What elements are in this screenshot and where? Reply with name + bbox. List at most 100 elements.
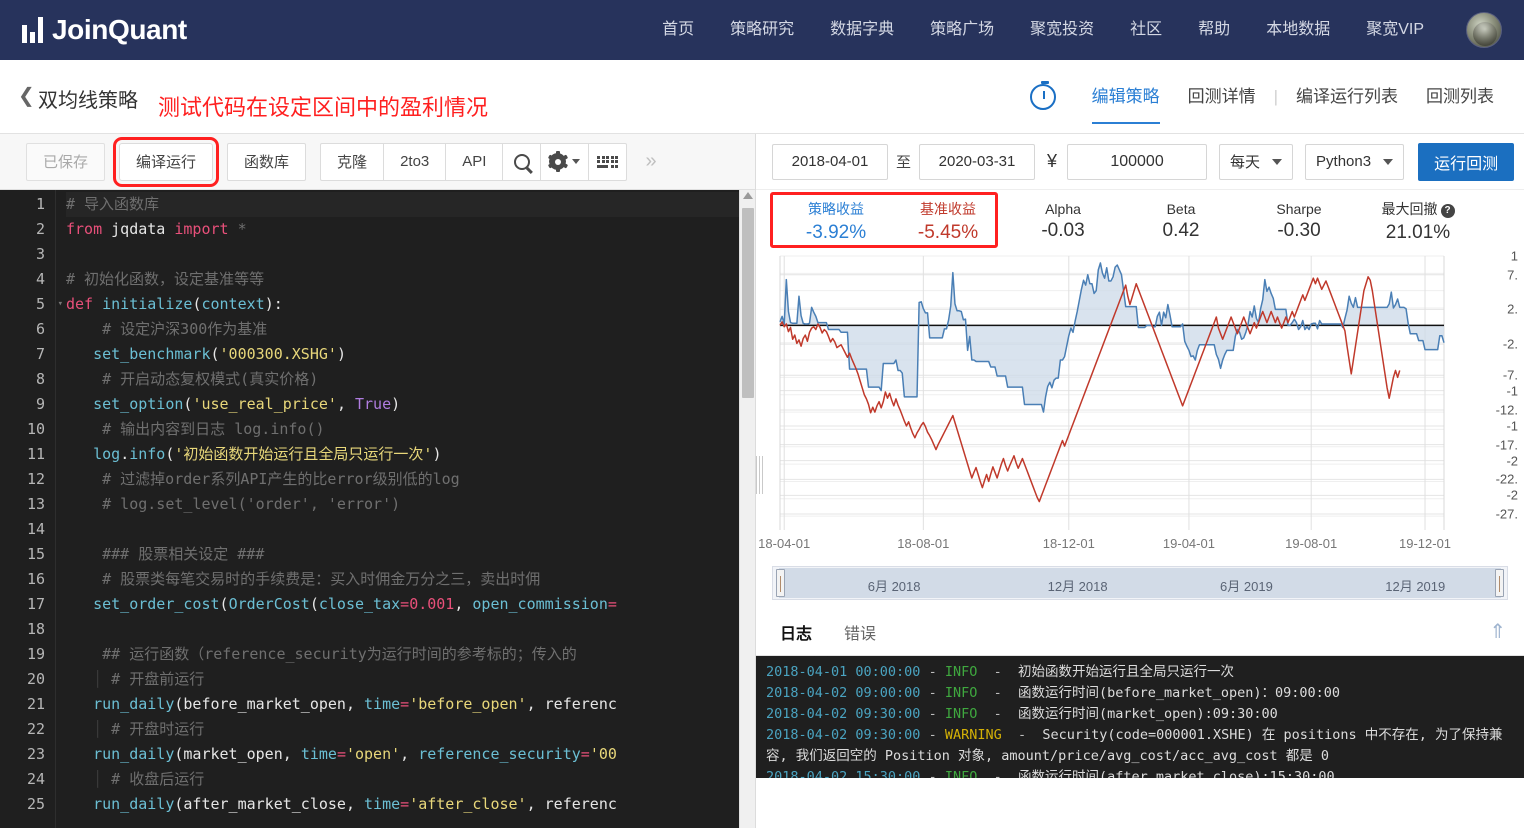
range-tick-labels: 6月 2018 12月 2018 6月 2019 12月 2019 [773, 567, 1507, 599]
x-tick-label: 19-08-01 [1285, 536, 1338, 551]
code-line[interactable]: │ # 开盘前运行 [66, 667, 755, 692]
code-line[interactable]: │ # 收盘后运行 [66, 767, 755, 792]
code-line[interactable]: # 过滤掉order系列API产生的比error级别低的log [66, 467, 755, 492]
tab-log[interactable]: 日志 [780, 614, 812, 656]
line-number: 19 [26, 645, 45, 663]
code-line[interactable]: set_benchmark('000300.XSHG') [66, 342, 755, 367]
log-dash: - [920, 769, 945, 778]
settings-button[interactable] [540, 142, 589, 181]
brand-logo[interactable]: JoinQuant [22, 14, 187, 46]
returns-chart[interactable]: 18-04-01 18-08-01 18-12-01 19-04-01 19-08-01… [758, 249, 1518, 552]
search-button[interactable] [502, 142, 541, 181]
scroll-up-arrow-icon[interactable] [743, 192, 753, 199]
end-date-input[interactable]: 2020-03-31 [919, 143, 1036, 180]
toolbar-more-button[interactable]: » [645, 150, 656, 173]
metric-label: 基准收益 [920, 200, 976, 217]
clone-button[interactable]: 克隆 [320, 142, 384, 181]
code-line[interactable]: # 开启动态复权模式(真实价格) [66, 367, 755, 392]
code-line[interactable]: # 初始化函数，设定基准等等 [66, 267, 755, 292]
tab-edit-strategy[interactable]: 编辑策略 [1078, 62, 1174, 132]
scrollbar-thumb[interactable] [742, 208, 754, 398]
nav-item-help[interactable]: 帮助 [1180, 0, 1248, 60]
log-message: 函数运行时间(market_open):09:30:00 [1017, 706, 1278, 722]
log-output[interactable]: 2018-04-01 00:00:00 - INFO - 初始函数开始运行且全局… [756, 656, 1524, 778]
page-title[interactable]: 双均线策略 [38, 84, 138, 113]
metric-max-drawdown: 最大回撤? 21.01% [1358, 199, 1478, 244]
range-label: 6月 2018 [867, 579, 921, 594]
2to3-button[interactable]: 2to3 [383, 142, 446, 181]
code-line[interactable]: │ # 开盘时运行 [66, 717, 755, 742]
editor-scrollbar[interactable] [739, 190, 755, 828]
code-line[interactable]: run_daily(after_market_close, time='afte… [66, 792, 755, 817]
chevron-left-icon[interactable]: ❮ [18, 86, 35, 106]
code-editor[interactable]: 1234567891011121314151617181920212223242… [0, 190, 755, 828]
search-icon [513, 153, 530, 170]
range-handle-left[interactable] [776, 569, 785, 597]
nav-item-vip[interactable]: 聚宽VIP [1348, 0, 1442, 60]
initial-capital-input[interactable]: 100000 [1067, 143, 1208, 180]
language-select[interactable]: Python3 [1305, 143, 1405, 180]
chart-range-slider[interactable]: 6月 2018 12月 2018 6月 2019 12月 2019 [772, 566, 1508, 600]
line-number: 2 [35, 220, 45, 238]
stopwatch-icon[interactable] [1029, 81, 1056, 110]
code-line[interactable] [66, 242, 755, 267]
code-line[interactable]: # log.set_level('order', 'error') [66, 492, 755, 517]
nav-item-community[interactable]: 社区 [1112, 0, 1180, 60]
nav-item-data-dict[interactable]: 数据字典 [812, 0, 912, 60]
metric-alpha: Alpha -0.03 [1004, 201, 1122, 242]
y-tick-label: -2. [1502, 336, 1518, 352]
code-line[interactable]: set_order_cost(OrderCost(close_tax=0.001… [66, 592, 755, 617]
tab-compile-run-list[interactable]: 编译运行列表 [1282, 62, 1412, 132]
question-icon[interactable]: ? [1440, 203, 1455, 218]
metric-label: 策略收益 [808, 200, 864, 217]
y-tick-label: -17. [1495, 437, 1518, 453]
code-line[interactable]: # 导入函数库 [66, 192, 755, 217]
line-number: 13 [26, 495, 45, 513]
compile-run-button[interactable]: 编译运行 [113, 136, 220, 187]
log-line: 2018-04-01 00:00:00 - INFO - 初始函数开始运行且全局… [766, 662, 1514, 683]
tab-backtest-detail[interactable]: 回测详情 [1174, 62, 1270, 132]
log-level: INFO [944, 769, 978, 778]
code-line[interactable]: ### 股票相关设定 ### [66, 542, 755, 567]
code-line[interactable]: set_option('use_real_price', True) [66, 392, 755, 417]
nav-item-home[interactable]: 首页 [644, 0, 712, 60]
api-button[interactable]: API [445, 142, 503, 181]
chevron-up-double-icon[interactable]: ⇑ [1489, 622, 1506, 642]
keyboard-shortcuts-button[interactable] [588, 142, 628, 181]
frequency-select[interactable]: 每天 [1219, 143, 1294, 180]
run-backtest-button[interactable]: 运行回测 [1418, 142, 1515, 181]
tab-error[interactable]: 错误 [844, 614, 876, 656]
function-library-button[interactable]: 函数库 [227, 142, 307, 181]
nav-item-strategy-plaza[interactable]: 策略广场 [912, 0, 1012, 60]
nav-item-local-data[interactable]: 本地数据 [1248, 0, 1348, 60]
avatar[interactable] [1466, 12, 1502, 48]
code-line[interactable]: run_daily(before_market_open, time='befo… [66, 692, 755, 717]
line-number: 23 [26, 745, 45, 763]
start-date-input[interactable]: 2018-04-01 [772, 143, 888, 180]
line-number: 18 [26, 620, 45, 638]
metric-label: Beta [1166, 200, 1196, 217]
code-line[interactable]: # 股票类每笔交易时的手续费是：买入时佣金万分之三，卖出时佣 [66, 567, 755, 592]
saved-status-button[interactable]: 已保存 [26, 142, 106, 181]
range-handle-right[interactable] [1495, 569, 1504, 597]
code-line[interactable] [66, 517, 755, 542]
code-content[interactable]: # 导入函数库 from jqdata import * # 初始化函数，设定基准… [56, 190, 755, 828]
code-line[interactable]: # 输出内容到日志 log.info() [66, 417, 755, 442]
chevron-down-icon [572, 159, 581, 164]
code-line[interactable]: run_daily(market_open, time='open', refe… [66, 742, 755, 767]
code-line[interactable]: def initialize(context): [66, 292, 755, 317]
tab-backtest-list[interactable]: 回测列表 [1412, 62, 1508, 132]
line-number: 10 [26, 420, 45, 438]
code-line[interactable]: # 设定沪深300作为基准 [66, 317, 755, 342]
code-line[interactable]: log.info('初始函数开始运行且全局只运行一次') [66, 442, 755, 467]
y-tick-label: -27. [1495, 506, 1518, 522]
nav-item-investment[interactable]: 聚宽投资 [1012, 0, 1112, 60]
code-line[interactable]: ## 运行函数（reference_security为运行时间的参考标的；传入的 [66, 642, 755, 667]
log-line: 2018-04-02 15:30:00 - INFO - 函数运行时间(afte… [766, 767, 1514, 778]
log-message: 函数运行时间(before_market_open)：09:00:00 [1017, 685, 1341, 701]
code-line[interactable] [66, 617, 755, 642]
nav-item-research[interactable]: 策略研究 [712, 0, 812, 60]
code-line[interactable]: from jqdata import * [66, 217, 755, 242]
x-tick-label: 18-12-01 [1042, 536, 1095, 551]
pane-split-handle[interactable] [756, 456, 763, 494]
